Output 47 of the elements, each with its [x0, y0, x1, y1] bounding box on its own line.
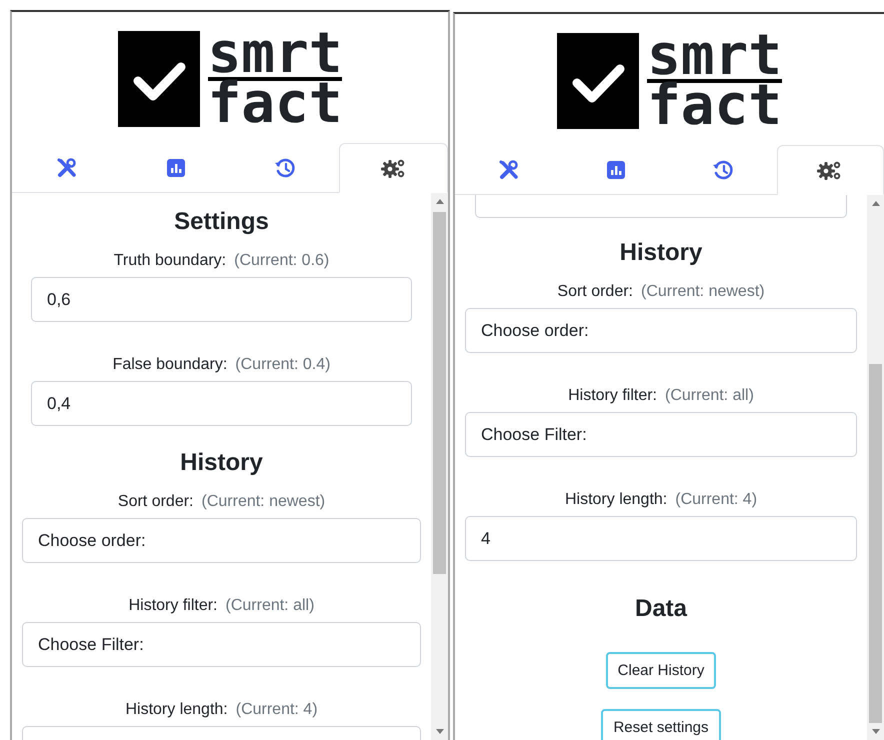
tools-icon — [56, 157, 78, 179]
field-label: History length: — [564, 490, 668, 510]
scrollbar[interactable] — [431, 193, 448, 740]
settings-tab[interactable] — [339, 143, 448, 193]
current-value: (Current: 4) — [675, 490, 758, 510]
field-label: History length: — [125, 700, 228, 720]
checkmark-logo-icon — [557, 32, 640, 128]
settings-tab[interactable] — [776, 145, 884, 195]
action-button[interactable]: Clear History — [606, 652, 716, 689]
select-field[interactable]: Choose order: — [22, 518, 421, 563]
action-button[interactable]: Reset settings — [601, 709, 721, 740]
checkmark-logo-icon — [118, 30, 200, 126]
current-value: (Current: 4) — [236, 700, 318, 720]
field-label: False boundary: — [112, 355, 228, 375]
current-value: (Current: 0.4) — [235, 355, 330, 375]
chart-icon — [606, 161, 625, 179]
section-heading: Data — [634, 594, 688, 624]
tools-icon — [498, 159, 520, 181]
gears-icon — [380, 157, 406, 179]
select-field[interactable]: Choose Filter: — [465, 412, 857, 457]
history-icon — [274, 157, 296, 179]
input-field[interactable] — [475, 195, 847, 218]
input-field[interactable]: 4 — [465, 516, 857, 561]
field-label: Sort order: — [557, 282, 633, 302]
current-value: (Current: newest) — [641, 282, 765, 302]
select-field[interactable]: Choose Filter: — [22, 622, 421, 667]
logo-text: fact — [647, 78, 782, 128]
logo-text: smrt — [208, 30, 342, 76]
scrollbar[interactable] — [867, 195, 884, 740]
logo-text: smrt — [647, 32, 782, 78]
chart-icon — [166, 159, 184, 177]
current-value: (Current: newest) — [202, 492, 326, 512]
logo-text: fact — [208, 76, 342, 126]
field-label: History filter: — [568, 386, 657, 406]
section-heading: Settings — [173, 207, 270, 237]
section-heading: History — [618, 238, 704, 268]
input-field[interactable]: 0,4 — [31, 381, 412, 426]
field-label: Sort order: — [118, 492, 194, 512]
select-field[interactable]: Choose order: — [465, 308, 857, 353]
section-heading: History — [179, 448, 264, 478]
history-icon — [712, 159, 734, 181]
current-value: (Current: all) — [226, 596, 314, 616]
field-label: History filter: — [128, 596, 218, 616]
current-value: (Current: all) — [665, 386, 754, 406]
current-value: (Current: 0.6) — [234, 251, 330, 271]
input-field[interactable]: 0,6 — [31, 277, 412, 322]
field-label: Truth boundary: — [114, 251, 226, 271]
